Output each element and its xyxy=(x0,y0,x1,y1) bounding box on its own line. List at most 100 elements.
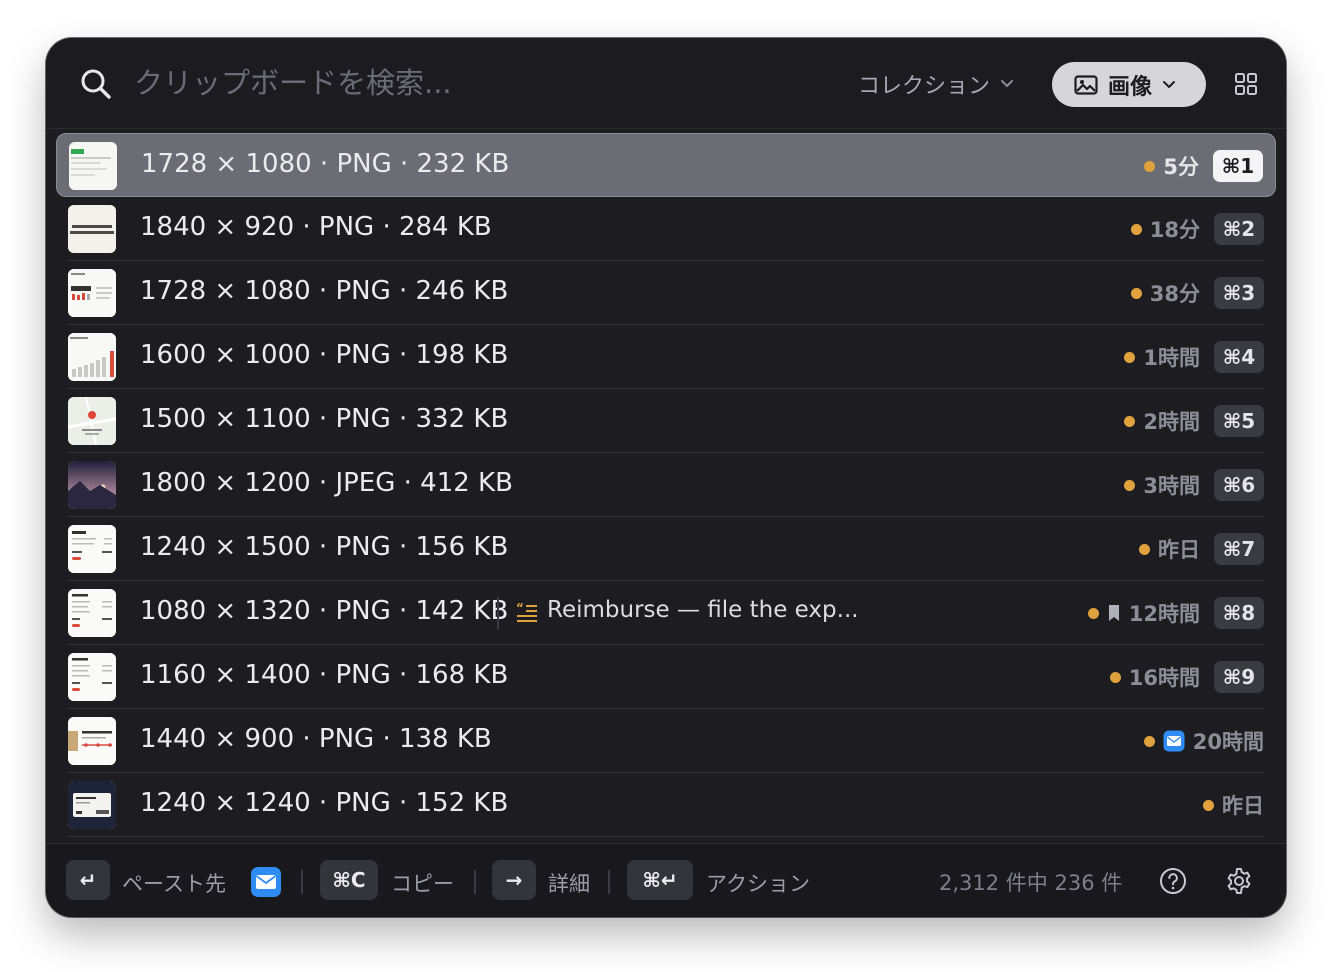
image-thumbnail xyxy=(68,269,116,317)
mail-app-icon[interactable] xyxy=(250,866,282,898)
grid-view-icon[interactable] xyxy=(1234,72,1258,96)
shortcut-badge: ⌘2 xyxy=(1214,213,1264,245)
note-separator xyxy=(497,597,499,629)
item-meta: 1時間 ⌘4 xyxy=(1124,325,1264,389)
item-meta: 昨日 xyxy=(1203,773,1264,837)
copy-key[interactable]: ⌘C xyxy=(320,860,378,900)
item-title: 1160 × 1400 · PNG · 168 KB xyxy=(140,660,509,690)
item-time: 12時間 xyxy=(1128,602,1200,626)
item-time: 昨日 xyxy=(1158,538,1200,562)
bookmark-icon xyxy=(1108,605,1119,621)
image-thumbnail xyxy=(68,205,116,253)
image-thumbnail xyxy=(68,333,116,381)
item-time: 38分 xyxy=(1149,282,1200,306)
quote-note-icon: “ xyxy=(516,601,537,622)
item-title: 1240 × 1240 · PNG · 152 KB xyxy=(140,788,509,818)
chevron-down-icon xyxy=(1001,80,1014,88)
image-thumbnail xyxy=(68,461,116,509)
paste-to-label: ペースト先 xyxy=(122,872,226,896)
footer-separator xyxy=(301,870,303,894)
item-title: 1440 × 900 · PNG · 138 KB xyxy=(140,724,492,754)
search-header: コレクション 画像 xyxy=(46,38,1286,128)
image-filter-button[interactable]: 画像 xyxy=(1052,62,1206,107)
clipboard-window: コレクション 画像 1728 × 1080 · PNG · 232 KB 5分 ⌘1… xyxy=(46,38,1286,917)
item-time: 5分 xyxy=(1163,155,1199,179)
item-time: 1時間 xyxy=(1143,346,1200,370)
list-item[interactable]: 1840 × 920 · PNG · 284 KB 18分 ⌘2 xyxy=(56,197,1276,261)
image-thumbnail xyxy=(68,589,116,637)
list-item[interactable]: 1240 × 1500 · PNG · 156 KB 昨日 ⌘7 xyxy=(56,517,1276,581)
shortcut-badge: ⌘9 xyxy=(1214,661,1264,693)
shortcut-badge: ⌘7 xyxy=(1214,533,1264,565)
search-icon xyxy=(81,69,111,99)
status-dot xyxy=(1130,223,1142,235)
status-dot xyxy=(1203,799,1214,811)
item-meta: 12時間 ⌘8 xyxy=(1087,581,1264,645)
list-item[interactable]: 1800 × 1200 · JPEG · 412 KB 3時間 ⌘6 xyxy=(56,453,1276,517)
item-meta: 38分 ⌘3 xyxy=(1130,261,1264,325)
status-dot xyxy=(1144,160,1156,172)
mail-app-icon xyxy=(1163,730,1185,752)
item-time: 16時間 xyxy=(1128,666,1200,690)
item-meta: 3時間 ⌘6 xyxy=(1124,453,1264,517)
svg-text:“: “ xyxy=(516,601,524,615)
shortcut-badge: ⌘3 xyxy=(1214,277,1264,309)
item-title: 1600 × 1000 · PNG · 198 KB xyxy=(140,340,509,370)
list-item[interactable]: 1240 × 1240 · PNG · 152 KB 昨日 xyxy=(56,773,1276,837)
item-time: 3時間 xyxy=(1143,474,1200,498)
action-key[interactable]: ⌘↵ xyxy=(627,860,693,900)
status-dot xyxy=(1087,607,1099,619)
image-thumbnail xyxy=(68,525,116,573)
list-item[interactable]: 1440 × 900 · PNG · 138 KB 20時間 xyxy=(56,709,1276,773)
image-thumbnail xyxy=(69,142,117,190)
copy-label: コピー xyxy=(391,872,454,896)
item-time: 18分 xyxy=(1149,218,1200,242)
collection-label: コレクション xyxy=(858,74,991,99)
shortcut-badge: ⌘5 xyxy=(1214,405,1264,437)
image-thumbnail xyxy=(68,653,116,701)
list-item[interactable]: 1160 × 1400 · PNG · 168 KB 16時間 ⌘9 xyxy=(56,645,1276,709)
action-label: アクション xyxy=(706,872,810,896)
help-icon[interactable] xyxy=(1158,866,1188,896)
item-title: 1240 × 1500 · PNG · 156 KB xyxy=(140,532,509,562)
list-item[interactable]: 1728 × 1080 · PNG · 232 KB 5分 ⌘1 xyxy=(56,133,1276,197)
item-time: 2時間 xyxy=(1143,410,1200,434)
status-dot xyxy=(1124,351,1136,363)
detail-label: 詳細 xyxy=(548,872,590,896)
item-meta: 昨日 ⌘7 xyxy=(1139,517,1264,581)
image-thumbnail xyxy=(68,781,116,829)
footer-separator xyxy=(474,870,476,894)
footer-separator xyxy=(608,870,610,894)
status-dot xyxy=(1143,735,1155,747)
item-title: 1840 × 920 · PNG · 284 KB xyxy=(140,212,492,242)
status-dot xyxy=(1139,543,1150,555)
list-item[interactable]: 1080 × 1320 · PNG · 142 KB “ Reimburse — f… xyxy=(56,581,1276,645)
item-meta: 18分 ⌘2 xyxy=(1130,197,1264,261)
item-meta: 2時間 ⌘5 xyxy=(1124,389,1264,453)
collection-dropdown[interactable]: コレクション xyxy=(858,64,1014,104)
status-dot xyxy=(1130,287,1142,299)
search-input[interactable] xyxy=(134,60,694,106)
clipboard-list[interactable]: 1728 × 1080 · PNG · 232 KB 5分 ⌘1 1840 × 920… xyxy=(46,129,1286,843)
detail-key[interactable]: → xyxy=(492,860,536,900)
image-icon xyxy=(1074,74,1098,95)
list-item[interactable]: 1728 × 1080 · PNG · 246 KB 38分 ⌘3 xyxy=(56,261,1276,325)
result-count: 2,312 件中 236 件 xyxy=(939,871,1123,895)
filter-label: 画像 xyxy=(1108,74,1153,100)
settings-gear-icon[interactable] xyxy=(1224,866,1254,896)
shortcut-badge: ⌘1 xyxy=(1213,150,1263,182)
item-title: 1800 × 1200 · JPEG · 412 KB xyxy=(140,468,513,498)
item-note: Reimburse — file the exp... xyxy=(547,597,859,623)
item-title: 1728 × 1080 · PNG · 232 KB xyxy=(141,149,510,179)
status-dot xyxy=(1109,671,1121,683)
item-title: 1728 × 1080 · PNG · 246 KB xyxy=(140,276,509,306)
enter-key[interactable]: ↵ xyxy=(66,860,110,900)
item-meta: 20時間 xyxy=(1143,709,1264,773)
list-item[interactable]: 1500 × 1100 · PNG · 332 KB 2時間 ⌘5 xyxy=(56,389,1276,453)
status-dot xyxy=(1124,479,1136,491)
chevron-down-icon xyxy=(1163,80,1176,88)
item-title: 1080 × 1320 · PNG · 142 KB xyxy=(140,596,509,626)
shortcut-badge: ⌘4 xyxy=(1214,341,1264,373)
list-item[interactable]: 1600 × 1000 · PNG · 198 KB 1時間 ⌘4 xyxy=(56,325,1276,389)
item-title: 1500 × 1100 · PNG · 332 KB xyxy=(140,404,509,434)
